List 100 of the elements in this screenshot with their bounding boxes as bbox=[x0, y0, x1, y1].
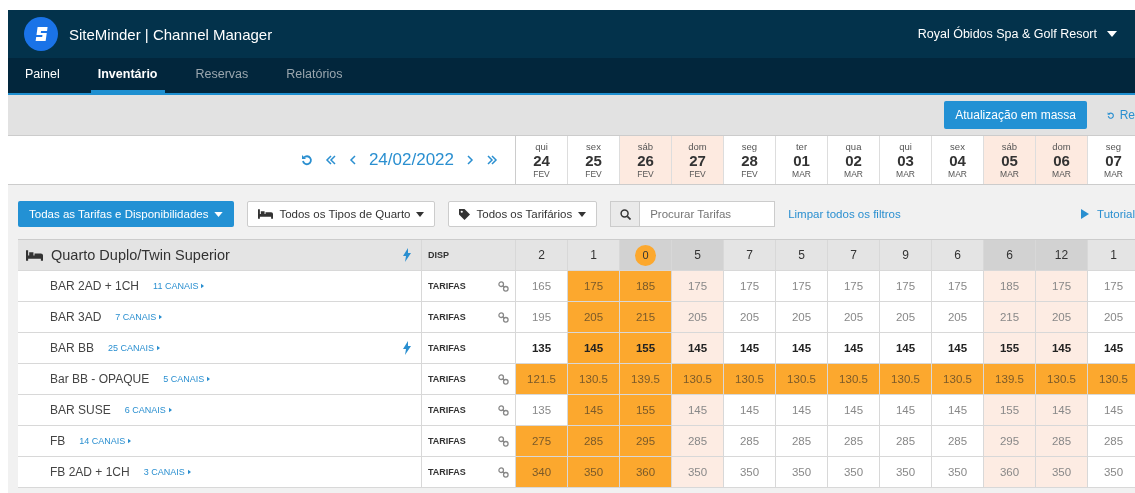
rate-cell[interactable]: 145 bbox=[568, 333, 620, 364]
rate-cell[interactable]: 145 bbox=[724, 395, 776, 426]
availability-cell[interactable]: 7 bbox=[724, 240, 776, 271]
availability-cell[interactable]: 2 bbox=[516, 240, 568, 271]
property-selector[interactable]: Royal Óbidos Spa & Golf Resort bbox=[917, 27, 1117, 41]
rate-cell[interactable]: 130.5 bbox=[1036, 364, 1088, 395]
rate-cell[interactable]: 145 bbox=[1088, 395, 1135, 426]
rate-cell[interactable]: 205 bbox=[724, 302, 776, 333]
rate-cell[interactable]: 130.5 bbox=[932, 364, 984, 395]
rate-cell[interactable]: 205 bbox=[568, 302, 620, 333]
rate-cell[interactable]: 285 bbox=[828, 426, 880, 457]
rate-cell[interactable]: 360 bbox=[984, 457, 1036, 488]
availability-cell[interactable]: 7 bbox=[828, 240, 880, 271]
search-button[interactable] bbox=[610, 201, 641, 227]
rate-cell[interactable]: 145 bbox=[880, 395, 932, 426]
rate-cell[interactable]: 285 bbox=[724, 426, 776, 457]
chevron-left-icon[interactable] bbox=[348, 154, 357, 166]
rate-cell[interactable]: 205 bbox=[828, 302, 880, 333]
current-date[interactable]: 24/02/2022 bbox=[368, 150, 454, 170]
rate-cell[interactable]: 275 bbox=[516, 426, 568, 457]
rate-cell[interactable]: 215 bbox=[620, 302, 672, 333]
rate-cell[interactable]: 175 bbox=[724, 271, 776, 302]
rate-cell[interactable]: 175 bbox=[828, 271, 880, 302]
rate-cell[interactable]: 350 bbox=[828, 457, 880, 488]
rate-cell[interactable]: 340 bbox=[516, 457, 568, 488]
rate-cell[interactable]: 285 bbox=[672, 426, 724, 457]
channels-link[interactable]: 3 CANAIS bbox=[143, 467, 191, 477]
rate-cell[interactable]: 285 bbox=[1088, 426, 1135, 457]
rate-cell[interactable]: 130.5 bbox=[776, 364, 828, 395]
rate-cell[interactable]: 295 bbox=[984, 426, 1036, 457]
rate-cell[interactable]: 130.5 bbox=[672, 364, 724, 395]
rate-cell[interactable]: 205 bbox=[672, 302, 724, 333]
availability-cell[interactable]: 5 bbox=[672, 240, 724, 271]
rate-cell[interactable]: 155 bbox=[984, 333, 1036, 364]
availability-cell[interactable]: 9 bbox=[880, 240, 932, 271]
rate-cell[interactable]: 285 bbox=[568, 426, 620, 457]
rate-cell[interactable]: 155 bbox=[620, 395, 672, 426]
rate-cell[interactable]: 175 bbox=[1088, 271, 1135, 302]
rate-cell[interactable]: 139.5 bbox=[620, 364, 672, 395]
rate-cell[interactable]: 360 bbox=[620, 457, 672, 488]
chevron-right-icon[interactable] bbox=[466, 154, 474, 166]
rate-cell[interactable]: 130.5 bbox=[828, 364, 880, 395]
channels-link[interactable]: 14 CANAIS bbox=[79, 436, 132, 446]
availability-cell[interactable]: 1 bbox=[1088, 240, 1135, 271]
rate-cell[interactable]: 205 bbox=[1036, 302, 1088, 333]
nav-tab[interactable]: Painel bbox=[18, 58, 67, 93]
channels-link[interactable]: 5 CANAIS bbox=[163, 374, 211, 384]
rate-cell[interactable]: 130.5 bbox=[724, 364, 776, 395]
rate-cell[interactable]: 130.5 bbox=[880, 364, 932, 395]
availability-cell[interactable]: 0 bbox=[620, 240, 672, 271]
rate-cell[interactable]: 285 bbox=[1036, 426, 1088, 457]
nav-tab[interactable]: Relatórios bbox=[279, 58, 350, 93]
rate-cell[interactable]: 145 bbox=[672, 333, 724, 364]
rate-cell[interactable]: 350 bbox=[568, 457, 620, 488]
channels-link[interactable]: 6 CANAIS bbox=[124, 405, 172, 415]
tutorial-link[interactable]: Tutorial bbox=[1081, 208, 1135, 220]
rate-cell[interactable]: 350 bbox=[1036, 457, 1088, 488]
rate-cell[interactable]: 155 bbox=[620, 333, 672, 364]
rate-cell[interactable]: 205 bbox=[776, 302, 828, 333]
bulk-update-button[interactable]: Atualização em massa bbox=[944, 101, 1087, 129]
rate-cell[interactable]: 139.5 bbox=[984, 364, 1036, 395]
rate-cell[interactable]: 155 bbox=[984, 395, 1036, 426]
channels-link[interactable]: 7 CANAIS bbox=[115, 312, 163, 322]
availability-cell[interactable]: 12 bbox=[1036, 240, 1088, 271]
rate-cell[interactable]: 350 bbox=[724, 457, 776, 488]
search-field[interactable]: Procurar Tarifas bbox=[640, 201, 776, 227]
rate-cell[interactable]: 130.5 bbox=[1088, 364, 1135, 395]
rate-cell[interactable]: 185 bbox=[984, 271, 1036, 302]
availability-cell[interactable]: 6 bbox=[932, 240, 984, 271]
rate-cell[interactable]: 175 bbox=[568, 271, 620, 302]
rate-cell[interactable]: 175 bbox=[880, 271, 932, 302]
reset-icon[interactable] bbox=[300, 154, 313, 166]
rate-cell[interactable]: 121.5 bbox=[516, 364, 568, 395]
rate-cell[interactable]: 285 bbox=[776, 426, 828, 457]
rate-cell[interactable]: 205 bbox=[1088, 302, 1135, 333]
rate-cell[interactable]: 350 bbox=[1088, 457, 1135, 488]
double-right-icon[interactable] bbox=[486, 154, 498, 166]
availability-cell[interactable]: 1 bbox=[568, 240, 620, 271]
rate-cell[interactable]: 145 bbox=[568, 395, 620, 426]
refresh-link[interactable]: Re bbox=[1107, 108, 1135, 122]
rate-cell[interactable]: 175 bbox=[776, 271, 828, 302]
channels-link[interactable]: 25 CANAIS bbox=[108, 343, 161, 353]
rate-cell[interactable]: 145 bbox=[1036, 395, 1088, 426]
nav-tab[interactable]: Reservas bbox=[188, 58, 256, 93]
rate-cell[interactable]: 145 bbox=[1036, 333, 1088, 364]
rate-cell[interactable]: 350 bbox=[672, 457, 724, 488]
rate-cell[interactable]: 350 bbox=[776, 457, 828, 488]
rate-cell[interactable]: 205 bbox=[880, 302, 932, 333]
rates-filter-button[interactable]: Todas as Tarifas e Disponibilidades bbox=[18, 201, 235, 227]
rate-cell[interactable]: 145 bbox=[776, 395, 828, 426]
rate-cell[interactable]: 215 bbox=[984, 302, 1036, 333]
rate-cell[interactable]: 175 bbox=[1036, 271, 1088, 302]
rate-cell[interactable]: 130.5 bbox=[568, 364, 620, 395]
rate-cell[interactable]: 175 bbox=[672, 271, 724, 302]
availability-cell[interactable]: 5 bbox=[776, 240, 828, 271]
double-left-icon[interactable] bbox=[324, 154, 337, 166]
rate-plan-dropdown[interactable]: Todos os Tarifários bbox=[448, 201, 598, 227]
clear-filters-link[interactable]: Limpar todos os filtros bbox=[788, 208, 901, 220]
rate-cell[interactable]: 185 bbox=[620, 271, 672, 302]
rate-cell[interactable]: 285 bbox=[880, 426, 932, 457]
